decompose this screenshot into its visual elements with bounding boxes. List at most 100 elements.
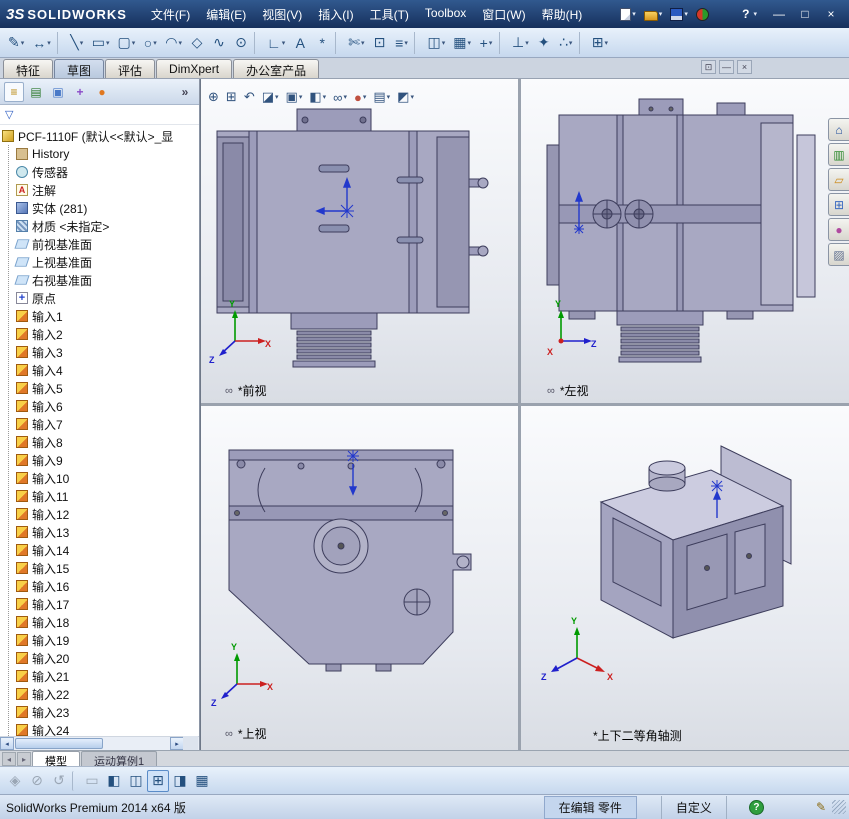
- menu-item[interactable]: 帮助(H): [534, 2, 591, 27]
- circle-icon[interactable]: ○ ▾: [139, 31, 161, 55]
- tree-item[interactable]: 输入7: [0, 415, 184, 433]
- doc-close-icon[interactable]: ×: [737, 60, 752, 74]
- smart-dimension-icon[interactable]: ↔ ▾: [28, 31, 55, 55]
- menu-item[interactable]: 编辑(E): [198, 2, 254, 27]
- filter-icon[interactable]: ▽: [5, 108, 13, 121]
- edit-appearance-icon[interactable]: ● ▾: [351, 87, 369, 107]
- viewport-isometric[interactable]: Y X Z *上下二等角轴测: [521, 406, 849, 750]
- tree-item[interactable]: 输入6: [0, 397, 184, 415]
- tree-item[interactable]: 输入14: [0, 541, 184, 559]
- custom-properties-icon[interactable]: ▨: [828, 243, 849, 266]
- tree-item[interactable]: 输入10: [0, 469, 184, 487]
- quick-tips-icon[interactable]: ?: [748, 799, 764, 815]
- offset-entities-icon[interactable]: ≡ ▾: [390, 31, 412, 55]
- zoom-fit-icon[interactable]: ⊕: [205, 87, 222, 107]
- tabs-scroll-right-icon[interactable]: ▸: [17, 752, 31, 766]
- tree-item[interactable]: 输入15: [0, 559, 184, 577]
- spline-icon[interactable]: ∿: [208, 31, 230, 55]
- tree-root-item[interactable]: PCF-1110F (默认<<默认>_显: [0, 127, 184, 145]
- tree-item[interactable]: 注解: [0, 181, 184, 199]
- maximize-button[interactable]: □: [793, 4, 817, 24]
- ellipse-icon[interactable]: ⊙: [230, 31, 252, 55]
- menu-item[interactable]: 工具(T): [362, 2, 417, 27]
- apply-scene-icon[interactable]: ▦: [191, 770, 213, 792]
- top-view-model[interactable]: Y X Z: [201, 406, 518, 750]
- tree-item[interactable]: 传感器: [0, 163, 184, 181]
- scroll-left-icon[interactable]: ◂: [0, 737, 14, 750]
- tree-item[interactable]: 输入18: [0, 613, 184, 631]
- apply-scene-icon[interactable]: ▤ ▾: [370, 87, 393, 107]
- minimize-button[interactable]: —: [767, 4, 791, 24]
- tree-item[interactable]: 输入13: [0, 523, 184, 541]
- doc-minimize-icon[interactable]: —: [719, 60, 734, 74]
- mass-properties-icon[interactable]: ◈: [4, 770, 26, 792]
- tree-item[interactable]: 实体 (281): [0, 199, 184, 217]
- tree-item[interactable]: 右视基准面: [0, 271, 184, 289]
- tree-item[interactable]: 输入4: [0, 361, 184, 379]
- convert-entities-icon[interactable]: ⊡: [368, 31, 390, 55]
- hscroll-thumb[interactable]: [15, 738, 103, 749]
- panel-overflow-icon[interactable]: »: [175, 82, 195, 102]
- arc-icon[interactable]: ◠ ▾: [161, 31, 186, 55]
- tree-item[interactable]: 输入9: [0, 451, 184, 469]
- sketch-icon[interactable]: ✎ ▾: [4, 31, 28, 55]
- menu-item[interactable]: 窗口(W): [474, 2, 533, 27]
- repair-sketch-icon[interactable]: ✦: [533, 31, 555, 55]
- tree-item[interactable]: 前视基准面: [0, 235, 184, 253]
- ribbon-tab[interactable]: DimXpert: [156, 59, 233, 78]
- display-style-icon[interactable]: ◨: [169, 770, 191, 792]
- ribbon-tab[interactable]: 评估: [105, 59, 156, 78]
- options-icon[interactable]: [694, 7, 711, 22]
- section-view-icon[interactable]: ◧: [103, 770, 125, 792]
- close-button[interactable]: ×: [819, 4, 843, 24]
- tree-item[interactable]: 输入16: [0, 577, 184, 595]
- new-document-icon[interactable]: ▾: [618, 7, 638, 22]
- trim-entities-icon[interactable]: ✄ ▾: [344, 31, 368, 55]
- open-icon[interactable]: ▾: [642, 7, 665, 22]
- tree-item[interactable]: 输入2: [0, 325, 184, 343]
- grid-settings-icon[interactable]: ⊞ ▾: [588, 31, 612, 55]
- tree-item[interactable]: 输入21: [0, 667, 184, 685]
- view-palette-icon[interactable]: ⊞: [828, 193, 849, 216]
- quick-snaps-icon[interactable]: ∴ ▾: [555, 31, 577, 55]
- featuremanager-tab-icon[interactable]: ≡: [4, 81, 24, 102]
- menu-item[interactable]: Toolbox: [417, 2, 474, 27]
- tree-item[interactable]: 输入5: [0, 379, 184, 397]
- propertymanager-tab-icon[interactable]: ▤: [26, 82, 46, 102]
- dimxpertmanager-tab-icon[interactable]: +: [70, 82, 90, 102]
- tree-item[interactable]: 输入11: [0, 487, 184, 505]
- menu-item[interactable]: 插入(I): [310, 2, 361, 27]
- undo-view-icon[interactable]: ↺: [48, 770, 70, 792]
- tree-item[interactable]: 输入3: [0, 343, 184, 361]
- line-icon[interactable]: ╲ ▾: [66, 31, 88, 55]
- file-explorer-icon[interactable]: ▱: [828, 168, 849, 191]
- tree-item[interactable]: 输入1: [0, 307, 184, 325]
- appearances-scenes-icon[interactable]: ●: [828, 218, 849, 241]
- tree-hscrollbar[interactable]: ◂ ▸: [0, 736, 199, 750]
- tree-item[interactable]: 输入12: [0, 505, 184, 523]
- rectangle-icon[interactable]: ▭ ▾: [88, 31, 114, 55]
- customize-menu[interactable]: 自定义: [660, 795, 727, 819]
- solidworks-resources-icon[interactable]: ⌂: [828, 118, 849, 141]
- tree-item[interactable]: 输入19: [0, 631, 184, 649]
- document-tab[interactable]: 运动算例1: [81, 751, 158, 768]
- linear-pattern-icon[interactable]: ▦ ▾: [449, 31, 475, 55]
- tabs-scroll-left-icon[interactable]: ◂: [2, 752, 16, 766]
- tree-item[interactable]: History: [0, 145, 184, 163]
- viewport-top[interactable]: Y X Z ∞ *上视: [201, 406, 518, 750]
- tree-item[interactable]: 输入22: [0, 685, 184, 703]
- view-orientation-icon[interactable]: ▣ ▾: [283, 87, 306, 107]
- front-view-model[interactable]: Y X Z: [201, 79, 518, 403]
- four-viewport-icon[interactable]: ⊞: [147, 769, 169, 792]
- display-relations-icon[interactable]: ⊥ ▾: [508, 31, 533, 55]
- left-view-model[interactable]: Y Z X: [521, 79, 849, 403]
- view-settings-icon[interactable]: ◩ ▾: [394, 87, 417, 107]
- evaluate-icon[interactable]: ▭: [81, 770, 103, 792]
- doc-restore-icon[interactable]: ⊡: [701, 60, 716, 74]
- tree-item[interactable]: 材质 <未指定>: [0, 217, 184, 235]
- polygon-icon[interactable]: ◇: [186, 31, 208, 55]
- menu-item[interactable]: 文件(F): [143, 2, 198, 27]
- sketch-fillet-icon[interactable]: ∟ ▾: [263, 31, 289, 55]
- zoom-area-icon[interactable]: ⊞: [223, 87, 240, 107]
- document-tab[interactable]: 模型: [32, 751, 80, 768]
